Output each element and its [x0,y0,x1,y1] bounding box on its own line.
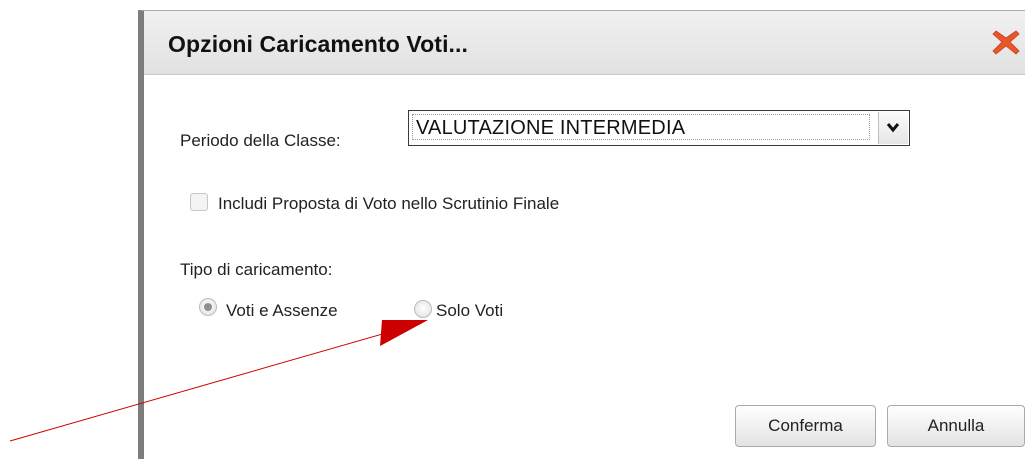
period-label: Periodo della Classe: [180,131,341,150]
dialog-title: Opzioni Caricamento Voti... [168,31,469,57]
chevron-down-icon[interactable] [878,112,908,144]
include-proposal-checkbox[interactable] [190,193,208,211]
include-proposal-label: Includi Proposta di Voto nello Scrutinio… [218,194,560,213]
load-type-label: Tipo di caricamento: [180,260,333,279]
radio-solo-voti-label[interactable]: Solo Voti [436,301,503,321]
cancel-button[interactable]: Annulla [887,405,1025,447]
radio-voti-e-assenze[interactable] [199,298,217,316]
confirm-button[interactable]: Conferma [735,405,876,447]
dialog-titlebar[interactable]: Opzioni Caricamento Voti... [144,11,1025,75]
radio-selected-dot [204,303,212,311]
radio-voti-e-assenze-label[interactable]: Voti e Assenze [226,301,338,321]
period-select[interactable]: VALUTAZIONE INTERMEDIA [408,110,910,146]
load-options-dialog: Opzioni Caricamento Voti... Periodo dell… [138,10,1025,459]
period-select-value: VALUTAZIONE INTERMEDIA [416,117,686,139]
close-icon[interactable] [989,25,1023,59]
radio-solo-voti[interactable] [414,300,432,318]
